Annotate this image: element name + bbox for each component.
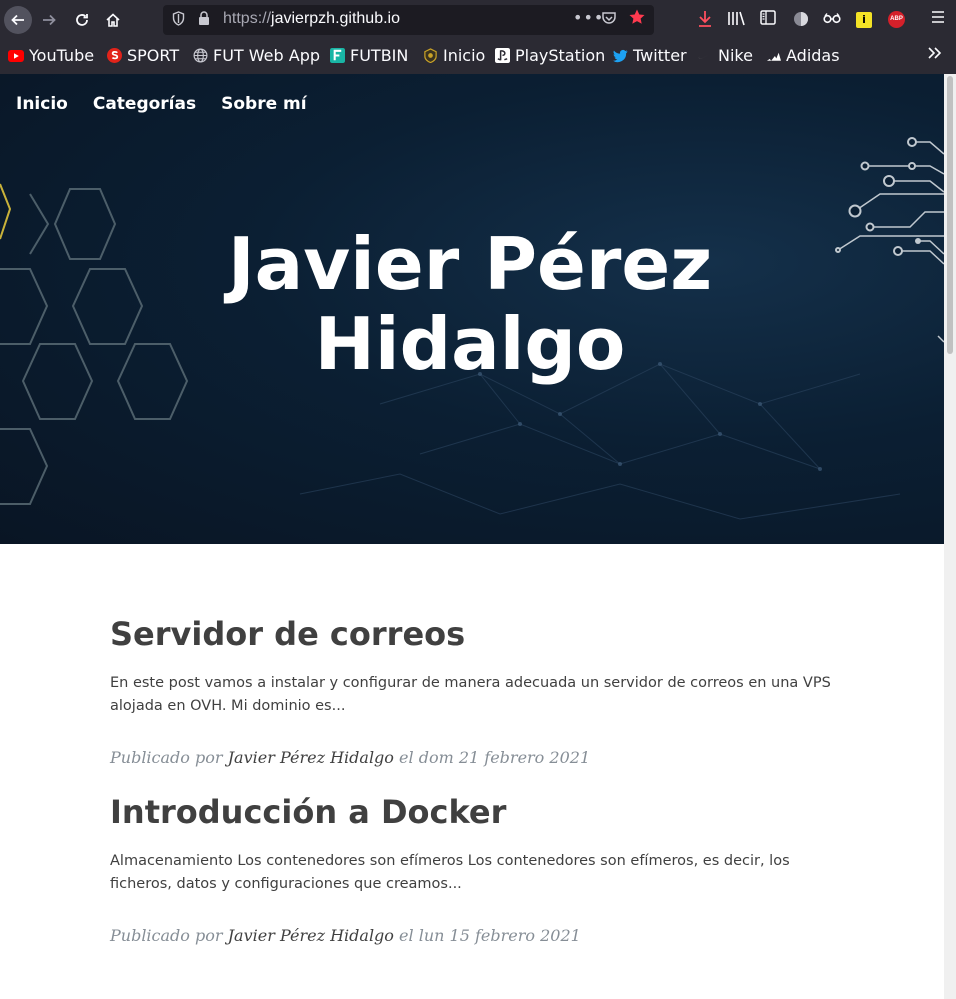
extension-icon[interactable] <box>792 10 810 32</box>
shield-logo-icon <box>424 48 437 63</box>
nav-link-categorias[interactable]: Categorías <box>93 94 196 114</box>
post-title-link[interactable]: Servidor de correos <box>110 614 840 654</box>
adblock-plus-icon[interactable]: ABP <box>888 11 905 28</box>
reload-icon <box>76 14 88 26</box>
page-scrollbar[interactable] <box>944 74 956 999</box>
hamburger-menu-icon[interactable] <box>930 10 946 28</box>
tracking-shield-icon[interactable] <box>172 11 185 30</box>
post-date: el dom 21 febrero 2021 <box>399 748 591 767</box>
post-title-link[interactable]: Introducción a Docker <box>110 792 840 832</box>
back-button[interactable] <box>4 6 32 34</box>
arrow-left-icon <box>11 14 24 26</box>
nav-link-inicio[interactable]: Inicio <box>16 94 68 114</box>
twitter-icon <box>613 49 628 62</box>
post-meta: Publicado por Javier Pérez Hidalgo el lu… <box>110 926 840 945</box>
bookmark-playstation[interactable]: PlayStation <box>495 46 605 65</box>
lock-icon[interactable] <box>198 11 210 30</box>
download-icon[interactable] <box>697 10 713 32</box>
post-excerpt[interactable]: En este post vamos a instalar y configur… <box>110 672 840 718</box>
post-author-link[interactable]: Javier Pérez Hidalgo <box>228 748 394 767</box>
playstation-icon <box>495 48 510 63</box>
browser-toolbar: https://javierpzh.github.io ••• i ABP <box>0 0 956 40</box>
bookmark-sport[interactable]: SPORT <box>107 46 179 65</box>
url-text[interactable]: https://javierpzh.github.io <box>223 10 400 28</box>
home-button[interactable] <box>101 8 125 32</box>
post-list: Servidor de correos En este post vamos a… <box>110 614 840 945</box>
post-meta-prefix: Publicado por <box>110 926 223 945</box>
bookmark-inicio[interactable]: Inicio <box>423 46 485 65</box>
post-meta: Publicado por Javier Pérez Hidalgo el do… <box>110 748 840 767</box>
sport-icon <box>107 48 122 63</box>
post-preview: Servidor de correos En este post vamos a… <box>110 614 840 767</box>
post-excerpt[interactable]: Almacenamiento Los contenedores son efím… <box>110 850 840 896</box>
bookmark-label: Adidas <box>786 46 840 65</box>
bookmarks-overflow-chevron-icon[interactable] <box>928 44 942 65</box>
extension-glasses-icon[interactable] <box>823 10 841 28</box>
site-navigation: Inicio Categorías Sobre mí <box>16 94 307 114</box>
pocket-icon[interactable] <box>601 10 617 30</box>
post-meta-prefix: Publicado por <box>110 748 223 767</box>
library-icon[interactable] <box>727 10 745 30</box>
page-actions-more-icon[interactable]: ••• <box>573 8 604 27</box>
bookmark-futbin[interactable]: FUTBIN <box>330 46 408 65</box>
bookmark-label: Inicio <box>443 46 486 65</box>
site-title-line-2: Hidalgo <box>314 302 626 386</box>
globe-icon <box>193 48 208 63</box>
post-preview: Introducción a Docker Almacenamiento Los… <box>110 792 840 945</box>
bookmark-twitter[interactable]: Twitter <box>613 46 687 65</box>
bookmark-label: FUTBIN <box>350 46 409 65</box>
url-protocol: https:// <box>223 10 272 27</box>
bookmark-label: SPORT <box>127 46 180 65</box>
site-title-line-1: Javier Pérez <box>227 222 713 306</box>
extension-yellow-icon[interactable]: i <box>856 12 872 28</box>
bookmark-label: YouTube <box>29 46 95 65</box>
site-title: Javier Pérez Hidalgo <box>0 224 940 384</box>
post-author-link[interactable]: Javier Pérez Hidalgo <box>228 926 394 945</box>
post-date: el lun 15 febrero 2021 <box>399 926 581 945</box>
futbin-icon <box>330 48 345 63</box>
bookmark-adidas[interactable]: Adidas <box>766 46 840 65</box>
bookmark-label: PlayStation <box>515 46 606 65</box>
scrollbar-thumb[interactable] <box>947 76 953 354</box>
arrow-right-icon <box>43 14 56 26</box>
bookmark-label: Twitter <box>633 46 687 65</box>
reload-button[interactable] <box>70 8 94 32</box>
url-host: javierpzh.github.io <box>271 10 400 27</box>
web-page: Inicio Categorías Sobre mí Javier Pérez … <box>0 74 944 999</box>
adidas-icon <box>766 52 781 61</box>
sidebar-icon[interactable] <box>760 10 776 29</box>
hero-header: Inicio Categorías Sobre mí Javier Pérez … <box>0 74 944 544</box>
nike-icon <box>698 52 713 59</box>
bookmark-star-icon[interactable] <box>628 8 646 31</box>
youtube-icon <box>8 49 24 62</box>
home-icon <box>106 13 120 27</box>
bookmark-fut-web-app[interactable]: FUT Web App <box>193 46 320 65</box>
bookmarks-bar: YouTube SPORT FUT Web App FUTBIN Inicio … <box>0 40 956 74</box>
bookmark-label: FUT Web App <box>213 46 320 65</box>
forward-button[interactable] <box>37 8 61 32</box>
bookmark-youtube[interactable]: YouTube <box>8 46 94 65</box>
url-bar[interactable]: https://javierpzh.github.io ••• <box>163 5 654 35</box>
bookmark-nike[interactable]: Nike <box>698 46 753 65</box>
nav-link-sobre-mi[interactable]: Sobre mí <box>221 94 306 114</box>
bookmark-label: Nike <box>718 46 753 65</box>
